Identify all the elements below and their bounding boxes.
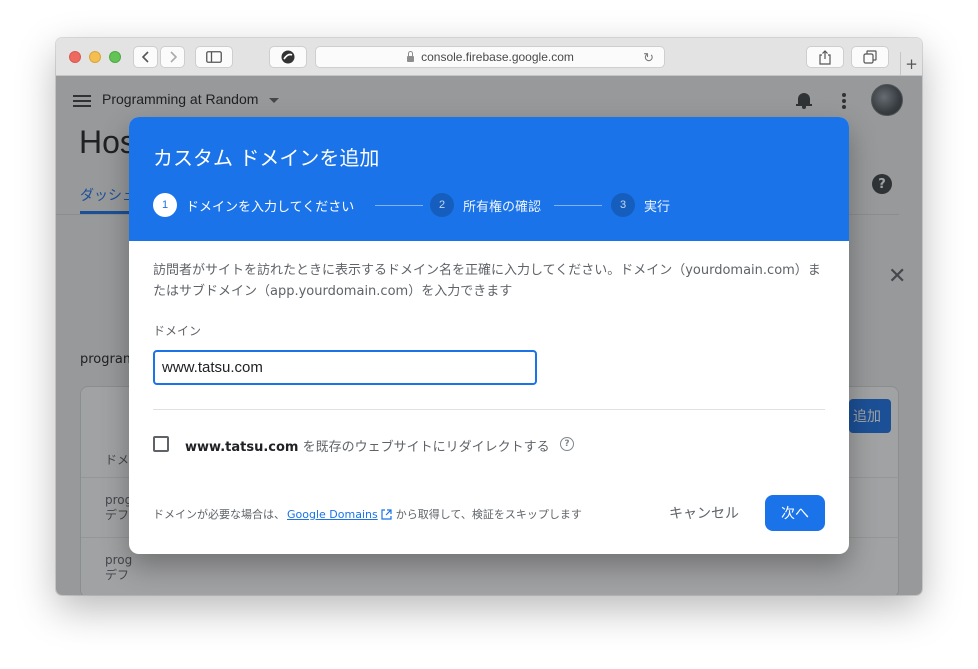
footer-prefix: ドメインが必要な場合は、	[153, 508, 285, 521]
dialog-divider	[153, 409, 825, 410]
step-number: 1	[153, 193, 177, 217]
step-3: 3 実行	[611, 193, 670, 217]
cancel-button[interactable]: キャンセル	[659, 495, 749, 531]
chevron-left-icon	[141, 51, 149, 63]
dialog-header: カスタム ドメインを追加 1 ドメインを入力してください 2 所有権の確認 3 …	[129, 117, 849, 241]
extension-icon	[281, 50, 295, 64]
lock-icon	[406, 50, 415, 62]
step-number: 2	[430, 193, 454, 217]
domain-field-label: ドメイン	[153, 324, 202, 338]
dialog-title: カスタム ドメインを追加	[153, 146, 380, 170]
step-label: ドメインを入力してください	[186, 199, 355, 215]
domain-input[interactable]	[153, 350, 537, 385]
close-window-button[interactable]	[69, 51, 81, 63]
step-connector	[554, 205, 602, 206]
address-bar[interactable]: console.firebase.google.com ↻	[315, 46, 665, 68]
footer-note: ドメインが必要な場合は、 Google Domains から取得して、検証をスキ…	[153, 506, 582, 522]
dialog-description: 訪問者がサイトを訪れたときに表示するドメイン名を正確に入力してください。ドメイン…	[153, 263, 821, 299]
redirect-label[interactable]: www.tatsu.com を既存のウェブサイトにリダイレクトする	[185, 436, 550, 455]
next-button[interactable]: 次へ	[765, 495, 825, 531]
browser-toolbar: console.firebase.google.com ↻ +	[56, 38, 922, 76]
chevron-right-icon	[169, 51, 177, 63]
reload-icon[interactable]: ↻	[643, 50, 654, 66]
step-2: 2 所有権の確認	[430, 193, 541, 217]
step-connector	[375, 205, 423, 206]
share-icon	[819, 49, 831, 65]
step-1: 1 ドメインを入力してください	[153, 193, 354, 217]
redirect-checkbox[interactable]	[153, 436, 169, 452]
step-label: 所有権の確認	[463, 199, 542, 215]
sidebar-icon	[206, 51, 222, 63]
share-button[interactable]	[806, 46, 844, 68]
url-text: console.firebase.google.com	[421, 50, 574, 64]
help-outline-icon[interactable]: ?	[560, 437, 574, 451]
step-number: 3	[611, 193, 635, 217]
sidebar-toggle-button[interactable]	[195, 46, 233, 68]
footer-suffix: から取得して、検証をスキップします	[395, 508, 582, 521]
forward-button[interactable]	[160, 46, 185, 68]
minimize-window-button[interactable]	[89, 51, 101, 63]
redirect-domain: www.tatsu.com	[185, 440, 299, 455]
new-tab-button[interactable]: +	[900, 52, 922, 76]
zoom-window-button[interactable]	[109, 51, 121, 63]
tabs-icon	[863, 50, 877, 64]
firebase-extension-button[interactable]	[269, 46, 307, 68]
back-button[interactable]	[133, 46, 158, 68]
redirect-text: を既存のウェブサイトにリダイレクトする	[298, 440, 550, 455]
tab-overview-button[interactable]	[851, 46, 889, 68]
open-in-new-icon[interactable]	[381, 508, 392, 520]
add-custom-domain-dialog: カスタム ドメインを追加 1 ドメインを入力してください 2 所有権の確認 3 …	[129, 117, 849, 554]
step-label: 実行	[644, 199, 671, 215]
google-domains-link[interactable]: Google Domains	[287, 508, 378, 521]
